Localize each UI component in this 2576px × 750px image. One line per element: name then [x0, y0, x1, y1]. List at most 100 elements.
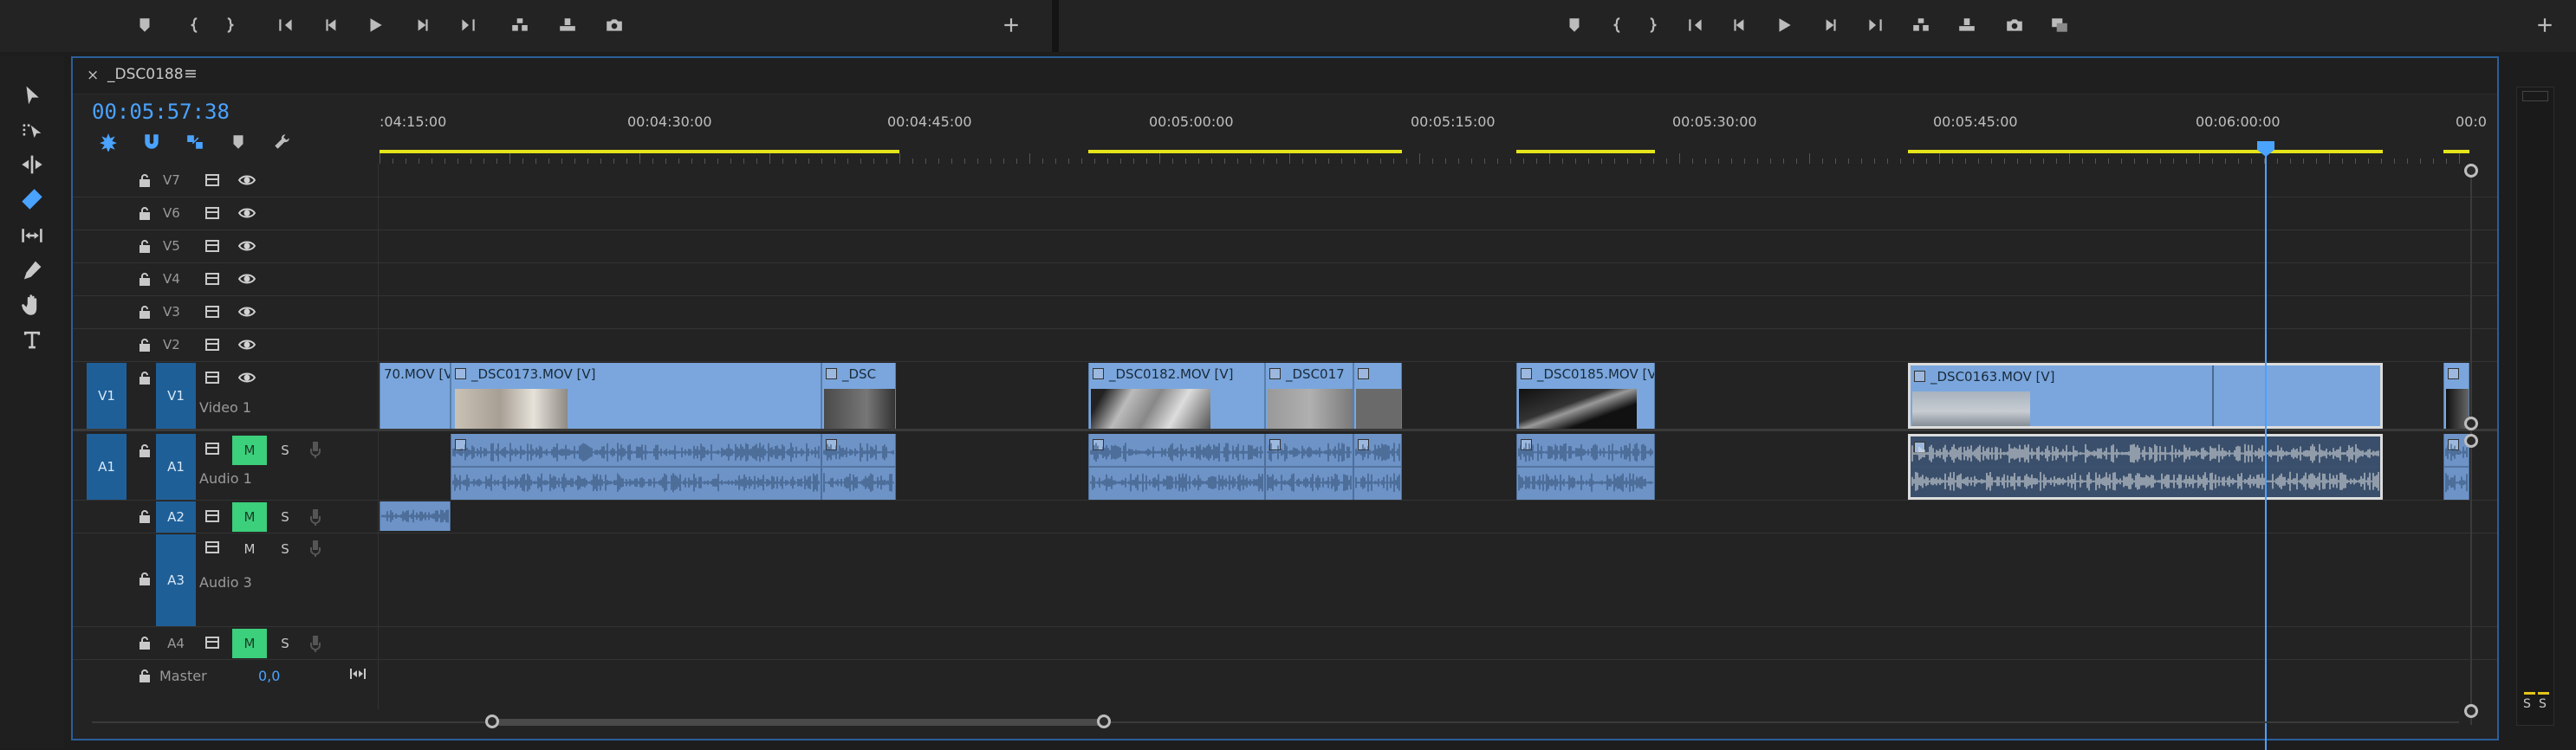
panel-divider[interactable] — [1052, 0, 1059, 52]
audio-clip[interactable] — [1088, 434, 1265, 500]
solo-button-a4[interactable]: S — [274, 630, 296, 656]
sync-lock-icon[interactable] — [203, 335, 222, 354]
ripple-edit-tool-icon[interactable] — [16, 149, 49, 180]
selection-tool-icon[interactable] — [16, 80, 49, 111]
sync-lock-icon[interactable] — [203, 368, 222, 387]
master-volume-value[interactable]: 0,0 — [258, 668, 280, 684]
audio-clip[interactable] — [1353, 434, 1402, 500]
lock-icon[interactable] — [135, 302, 154, 321]
lock-icon[interactable] — [135, 236, 154, 255]
sync-lock-icon[interactable] — [203, 439, 222, 458]
nest-sequence-icon[interactable] — [94, 129, 123, 155]
eye-icon[interactable] — [237, 236, 256, 255]
video-clip[interactable]: _DSC0173.MOV [V] — [451, 363, 821, 429]
video-clip[interactable]: _DSC — [821, 363, 896, 429]
slip-tool-icon[interactable] — [16, 220, 49, 251]
audio-clip[interactable] — [821, 434, 896, 500]
collapse-track-icon[interactable] — [348, 664, 367, 683]
go-to-out-icon[interactable] — [455, 12, 481, 38]
pen-tool-icon[interactable] — [16, 255, 49, 286]
video-clip[interactable]: _DSC0182.MOV [V] — [1088, 363, 1265, 429]
step-forward-icon[interactable] — [409, 12, 435, 38]
microphone-icon[interactable] — [307, 633, 324, 654]
mark-out-icon[interactable] — [217, 12, 243, 38]
audio-clip[interactable] — [380, 501, 451, 531]
export-frame-icon[interactable] — [2002, 12, 2028, 38]
source-patch-a1[interactable]: A1 — [87, 434, 127, 500]
mark-in-icon[interactable] — [182, 12, 208, 38]
track-target-a4[interactable]: A4 — [156, 628, 196, 659]
playhead-line[interactable] — [2265, 150, 2267, 750]
track-target-a2[interactable]: A2 — [156, 501, 196, 533]
video-clip[interactable] — [1353, 363, 1402, 429]
overwrite-icon[interactable] — [555, 12, 581, 38]
sync-lock-icon[interactable] — [203, 538, 222, 557]
sync-lock-icon[interactable] — [203, 269, 222, 288]
step-back-icon[interactable] — [319, 12, 345, 38]
play-icon[interactable] — [362, 12, 388, 38]
lock-icon[interactable] — [135, 507, 154, 526]
panel-menu-icon[interactable]: ≡ — [184, 64, 198, 83]
video-clip-selected[interactable]: _DSC0163.MOV [V] — [1908, 363, 2383, 429]
snap-icon[interactable] — [137, 129, 166, 155]
play-icon[interactable] — [1771, 12, 1797, 38]
add-marker-icon[interactable] — [224, 129, 253, 155]
sequence-tab[interactable]: _DSC0188 — [107, 66, 184, 83]
zoom-handle-left[interactable] — [485, 714, 499, 728]
go-to-out-icon[interactable] — [1862, 12, 1888, 38]
lock-icon[interactable] — [135, 569, 154, 588]
hand-tool-icon[interactable] — [16, 289, 49, 320]
mark-in-icon[interactable] — [1605, 12, 1631, 38]
microphone-icon[interactable] — [307, 439, 324, 460]
step-forward-icon[interactable] — [1817, 12, 1843, 38]
track-target-a1[interactable]: A1 — [156, 434, 196, 500]
vertical-scrollbar[interactable] — [2464, 164, 2478, 727]
video-clip[interactable]: _DSC0185.MOV [V — [1516, 363, 1655, 429]
lock-icon[interactable] — [135, 368, 154, 387]
sync-lock-icon[interactable] — [203, 171, 222, 190]
audio-clip[interactable] — [451, 434, 821, 500]
sync-lock-icon[interactable] — [203, 633, 222, 652]
zoom-handle-right[interactable] — [1097, 714, 1111, 728]
comparison-view-icon[interactable] — [2047, 12, 2073, 38]
scroll-handle[interactable] — [2464, 164, 2478, 178]
mute-button-a3[interactable]: M — [232, 534, 267, 564]
solo-button-a3[interactable]: S — [274, 536, 296, 562]
lock-icon[interactable] — [135, 269, 154, 288]
lock-icon[interactable] — [135, 204, 154, 223]
microphone-icon[interactable] — [307, 507, 324, 527]
audio-clip[interactable] — [1265, 434, 1353, 500]
go-to-in-icon[interactable] — [1683, 12, 1709, 38]
linked-selection-icon[interactable] — [180, 129, 210, 155]
scroll-handle[interactable] — [2464, 417, 2478, 430]
plus-icon[interactable] — [998, 12, 1024, 38]
wrench-icon[interactable] — [267, 129, 296, 155]
sync-lock-icon[interactable] — [203, 236, 222, 255]
mute-button-a4[interactable]: M — [232, 629, 267, 658]
track-target-a3[interactable]: A3 — [156, 534, 196, 626]
video-clip[interactable]: _DSC017 — [1265, 363, 1353, 429]
step-back-icon[interactable] — [1727, 12, 1753, 38]
marker-icon[interactable] — [132, 12, 158, 38]
lock-icon[interactable] — [135, 441, 154, 460]
marker-icon[interactable] — [1561, 12, 1587, 38]
extract-icon[interactable] — [1954, 12, 1980, 38]
type-tool-icon[interactable] — [16, 324, 49, 355]
track-select-tool-icon[interactable] — [16, 114, 49, 145]
video-clip[interactable]: 70.MOV [V] — [380, 363, 451, 429]
export-frame-icon[interactable] — [601, 12, 627, 38]
sync-lock-icon[interactable] — [203, 302, 222, 321]
eye-icon[interactable] — [237, 302, 256, 321]
scroll-handle[interactable] — [2464, 434, 2478, 448]
razor-tool-icon[interactable] — [16, 184, 49, 215]
eye-icon[interactable] — [237, 204, 256, 223]
lock-icon[interactable] — [135, 171, 154, 190]
audio-clip-selected[interactable] — [1908, 434, 2383, 500]
solo-left-button[interactable]: S — [2523, 697, 2531, 711]
mark-out-icon[interactable] — [1639, 12, 1665, 38]
lock-icon[interactable] — [135, 335, 154, 354]
close-tab-icon[interactable]: × — [87, 67, 99, 84]
eye-icon[interactable] — [237, 269, 256, 288]
solo-right-button[interactable]: S — [2539, 697, 2547, 711]
solo-button-a1[interactable]: S — [274, 437, 296, 463]
